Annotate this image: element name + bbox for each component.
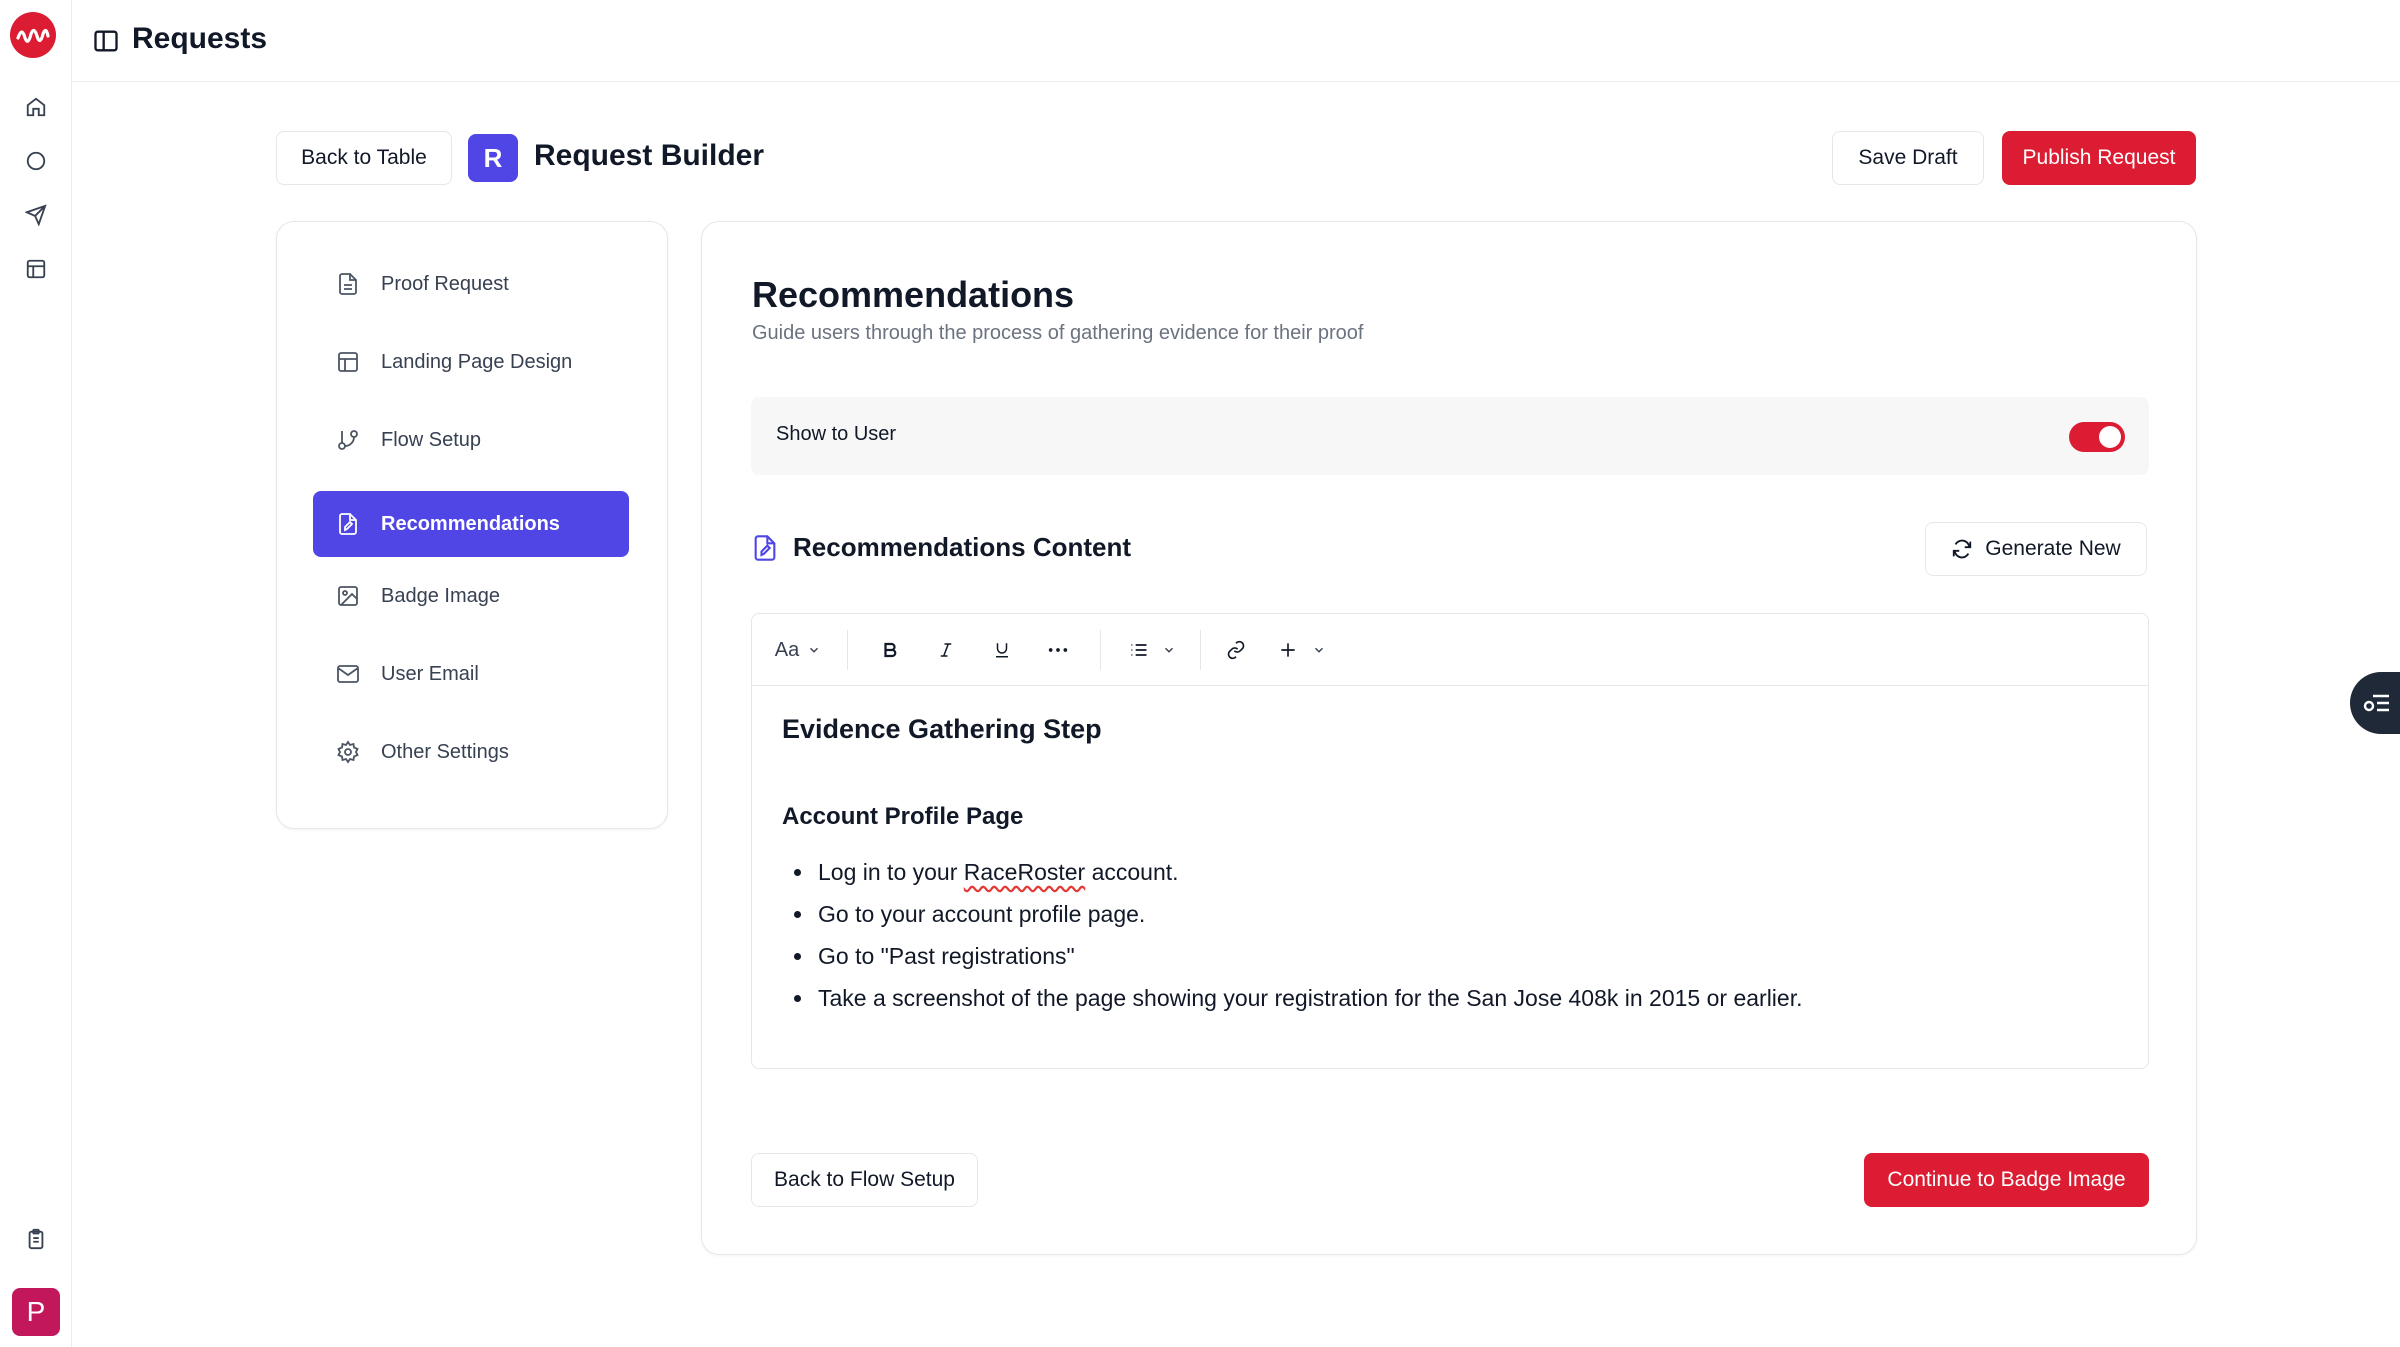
item-text: Log in to your xyxy=(818,859,964,885)
content-subheading: Account Profile Page xyxy=(782,803,1024,830)
file-edit-icon xyxy=(333,509,363,539)
back-to-flow-setup-button[interactable]: Back to Flow Setup xyxy=(751,1153,978,1207)
app-sidebar: P xyxy=(0,0,72,1347)
insert-dropdown[interactable] xyxy=(1270,634,1334,666)
step-label: User Email xyxy=(381,662,479,685)
list-item: Go to "Past registrations" xyxy=(794,935,2118,977)
logo-mark-icon xyxy=(16,28,50,43)
list-dropdown[interactable] xyxy=(1120,634,1184,666)
link-icon xyxy=(1227,640,1245,660)
editor-content[interactable]: Evidence Gathering Step Account Profile … xyxy=(782,714,2118,1019)
layout-icon xyxy=(333,347,363,377)
list-icon xyxy=(1131,644,1147,656)
list-item: Take a screenshot of the page showing yo… xyxy=(794,977,2118,1019)
section-title: Recommendations xyxy=(752,274,1075,315)
content-title: Recommendations Content xyxy=(793,532,1132,562)
chevron-down-icon xyxy=(1165,647,1173,653)
more-formatting-button[interactable] xyxy=(1042,634,1074,666)
request-badge: R xyxy=(468,134,518,182)
step-badge-image[interactable]: Badge Image xyxy=(313,563,629,629)
step-label: Proof Request xyxy=(381,272,509,295)
layout-icon[interactable] xyxy=(21,254,51,284)
generate-new-label: Generate New xyxy=(1985,537,2121,560)
image-icon xyxy=(333,581,363,611)
floating-assistant-button[interactable] xyxy=(2350,672,2400,734)
gear-icon xyxy=(333,737,363,767)
send-icon[interactable] xyxy=(21,200,51,230)
sidebar-toggle-icon[interactable] xyxy=(92,27,120,55)
publish-request-button[interactable]: Publish Request xyxy=(2002,131,2196,185)
step-label: Landing Page Design xyxy=(381,350,573,373)
user-avatar[interactable]: P xyxy=(12,1288,60,1336)
show-to-user-label: Show to User xyxy=(776,423,897,445)
circle-icon[interactable] xyxy=(21,146,51,176)
show-to-user-toggle[interactable] xyxy=(2069,422,2125,452)
toolbar-divider xyxy=(1100,630,1101,670)
font-size-dropdown[interactable]: Aa xyxy=(768,634,828,666)
step-landing-page-design[interactable]: Landing Page Design xyxy=(313,329,629,395)
continue-button[interactable]: Continue to Badge Image xyxy=(1864,1153,2149,1207)
editor-toolbar: Aa xyxy=(752,614,2148,686)
recommendations-panel: Recommendations Guide users through the … xyxy=(701,221,2197,1255)
toolbar-divider xyxy=(847,630,848,670)
step-recommendations[interactable]: Recommendations xyxy=(313,491,629,557)
file-edit-icon xyxy=(751,533,779,563)
content-header: Recommendations Content xyxy=(751,532,1131,563)
chevron-down-icon xyxy=(810,647,819,653)
step-user-email[interactable]: User Email xyxy=(313,641,629,707)
chevron-down-icon xyxy=(1315,647,1323,653)
step-label: Badge Image xyxy=(381,584,500,607)
steps-list: Log in to your RaceRoster account. Go to… xyxy=(782,851,2118,1019)
step-other-settings[interactable]: Other Settings xyxy=(313,719,629,785)
step-label: Other Settings xyxy=(381,740,509,763)
content-heading: Evidence Gathering Step xyxy=(782,714,1102,744)
section-subtitle: Guide users through the process of gathe… xyxy=(752,322,1364,344)
builder-title: Request Builder xyxy=(534,139,765,172)
italic-button[interactable] xyxy=(930,634,962,666)
step-flow-setup[interactable]: Flow Setup xyxy=(313,407,629,473)
bold-button[interactable] xyxy=(874,634,906,666)
ellipsis-icon xyxy=(1048,648,1068,652)
underline-icon xyxy=(996,643,1008,658)
rich-text-editor: Aa Evidence Gathering Step Account Profi… xyxy=(751,613,2149,1069)
plus-icon xyxy=(1281,643,1295,657)
mail-icon xyxy=(333,659,363,689)
top-bar: Requests xyxy=(72,0,2400,82)
list-item: Log in to your RaceRoster account. xyxy=(794,851,2118,893)
page-title: Requests xyxy=(132,22,268,55)
toolbar-divider xyxy=(1200,630,1201,670)
git-branch-icon xyxy=(333,425,363,455)
step-label: Flow Setup xyxy=(381,428,482,451)
toggle-knob xyxy=(2099,426,2121,448)
refresh-icon xyxy=(1953,539,1972,559)
step-nav: Proof Request Landing Page Design Flow S… xyxy=(276,221,668,829)
generate-new-button[interactable]: Generate New xyxy=(1925,522,2147,576)
misspelled-word: RaceRoster xyxy=(963,859,1086,885)
list-item: Go to your account profile page. xyxy=(794,893,2118,935)
link-button[interactable] xyxy=(1220,634,1252,666)
back-to-table-button[interactable]: Back to Table xyxy=(276,131,452,185)
show-to-user-row: Show to User xyxy=(751,397,2149,475)
toggle-list-icon xyxy=(2363,694,2389,712)
app-logo[interactable] xyxy=(10,12,56,58)
document-icon xyxy=(333,269,363,299)
clipboard-icon[interactable] xyxy=(21,1224,51,1254)
step-label: Recommendations xyxy=(381,512,560,535)
home-icon[interactable] xyxy=(21,92,51,122)
item-text: account. xyxy=(1085,859,1179,885)
underline-button[interactable] xyxy=(986,634,1018,666)
font-size-label: Aa xyxy=(774,638,800,661)
step-proof-request[interactable]: Proof Request xyxy=(313,251,629,317)
save-draft-button[interactable]: Save Draft xyxy=(1832,131,1984,185)
italic-icon xyxy=(940,643,952,657)
bold-icon xyxy=(884,642,897,658)
